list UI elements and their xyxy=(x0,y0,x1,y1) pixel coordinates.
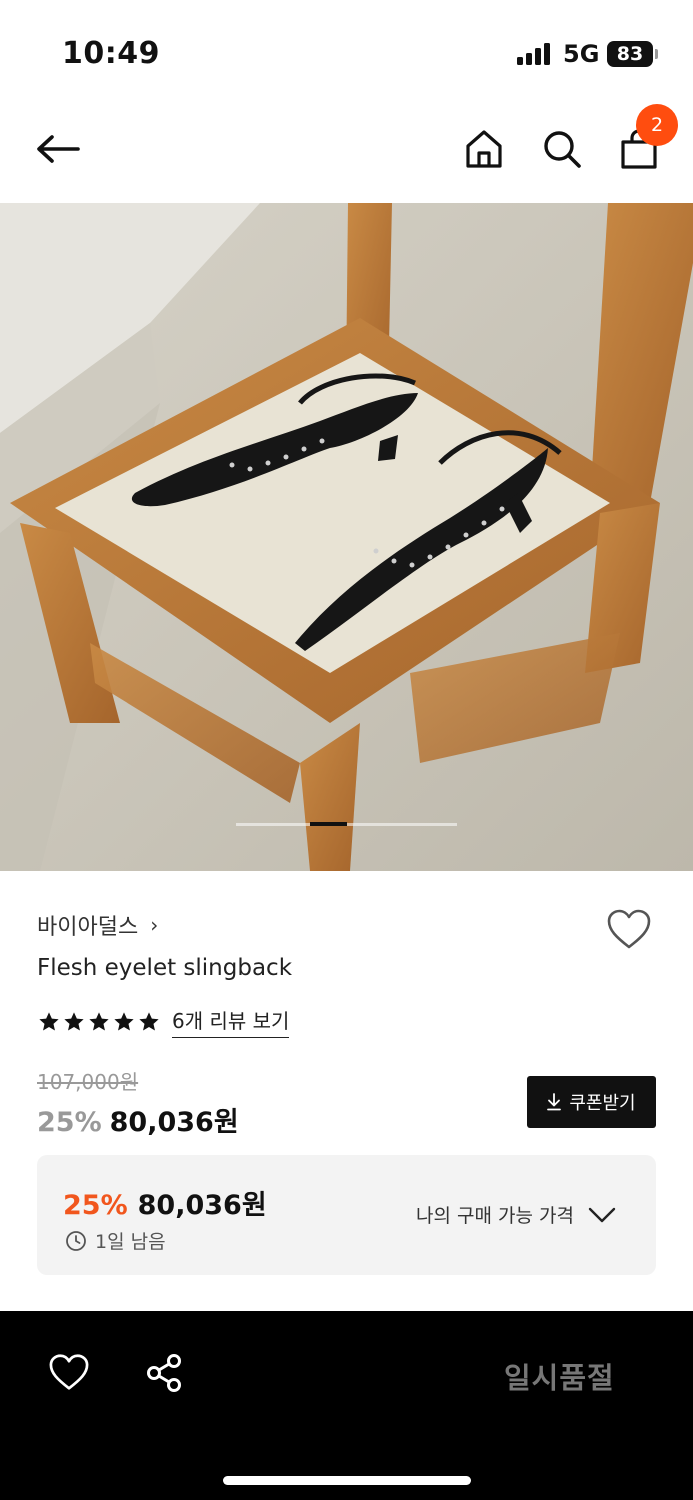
my-price-toggle[interactable]: 나의 구매 가능 가격 xyxy=(416,1201,616,1228)
star-icon xyxy=(139,1011,159,1031)
discount-rate: 25% xyxy=(37,1107,102,1138)
share-icon xyxy=(147,1354,181,1392)
carousel-indicator-active xyxy=(310,822,347,826)
download-icon xyxy=(547,1093,562,1111)
bottom-action-bar: 일시품절 xyxy=(0,1311,693,1500)
signal-icon xyxy=(517,43,553,65)
arrow-left-icon xyxy=(37,135,80,163)
share-button[interactable] xyxy=(144,1353,188,1397)
my-price-row: 25% 80,036원 xyxy=(63,1183,267,1222)
star-icon xyxy=(89,1011,109,1031)
my-discount-rate: 25% xyxy=(63,1190,128,1221)
top-navigation: 2 xyxy=(0,100,693,202)
wishlist-bottom-button[interactable] xyxy=(48,1353,92,1397)
product-image-carousel[interactable] xyxy=(0,203,693,871)
coupon-button-label: 쿠폰받기 xyxy=(569,1093,636,1114)
star-icon xyxy=(64,1011,84,1031)
my-price-toggle-label: 나의 구매 가능 가격 xyxy=(416,1205,574,1227)
battery-tip xyxy=(655,49,658,59)
product-photo xyxy=(0,203,693,871)
home-button[interactable] xyxy=(460,124,508,174)
rating-stars xyxy=(38,1011,160,1033)
search-icon xyxy=(544,131,581,168)
wishlist-button[interactable] xyxy=(606,908,654,952)
chevron-right-icon: › xyxy=(150,913,159,937)
cart-count-badge: 2 xyxy=(636,104,678,146)
home-indicator xyxy=(223,1476,471,1485)
clock-icon xyxy=(66,1230,86,1251)
sale-price-row: 25% 80,036원 xyxy=(37,1100,239,1139)
heart-icon xyxy=(49,1354,89,1390)
my-price-box[interactable]: 25% 80,036원 1일 남음 나의 구매 가능 가격 xyxy=(37,1155,656,1275)
product-name: Flesh eyelet slingback xyxy=(37,955,293,981)
status-bar: 10:49 5G 83 xyxy=(0,0,693,100)
time-remaining: 1일 남음 xyxy=(65,1227,166,1254)
brand-name: 바이아덜스 xyxy=(37,915,139,940)
rating-row: 6개 리뷰 보기 xyxy=(38,1005,290,1038)
my-price: 80,036원 xyxy=(137,1190,267,1221)
sale-price: 80,036원 xyxy=(109,1107,239,1138)
product-detail-screen: 10:49 5G 83 2 바이아덜스 › Flesh eyelet sling… xyxy=(0,0,693,1500)
status-time: 10:49 xyxy=(62,36,160,71)
chevron-down-icon xyxy=(588,1207,616,1222)
back-button[interactable] xyxy=(30,126,86,172)
carousel-indicator xyxy=(236,822,457,826)
battery-icon: 83 xyxy=(607,41,653,67)
brand-link[interactable]: 바이아덜스 › xyxy=(37,909,158,941)
home-icon xyxy=(466,130,502,168)
search-button[interactable] xyxy=(537,124,587,174)
star-icon xyxy=(114,1011,134,1031)
coupon-download-button[interactable]: 쿠폰받기 xyxy=(527,1076,656,1128)
heart-icon xyxy=(607,909,651,949)
sold-out-label: 일시품절 xyxy=(504,1361,615,1395)
network-type: 5G xyxy=(563,40,600,68)
review-link[interactable]: 6개 리뷰 보기 xyxy=(172,1005,290,1038)
star-icon xyxy=(39,1011,59,1031)
original-price: 107,000원 xyxy=(37,1070,139,1094)
time-remaining-label: 1일 남음 xyxy=(95,1231,166,1253)
